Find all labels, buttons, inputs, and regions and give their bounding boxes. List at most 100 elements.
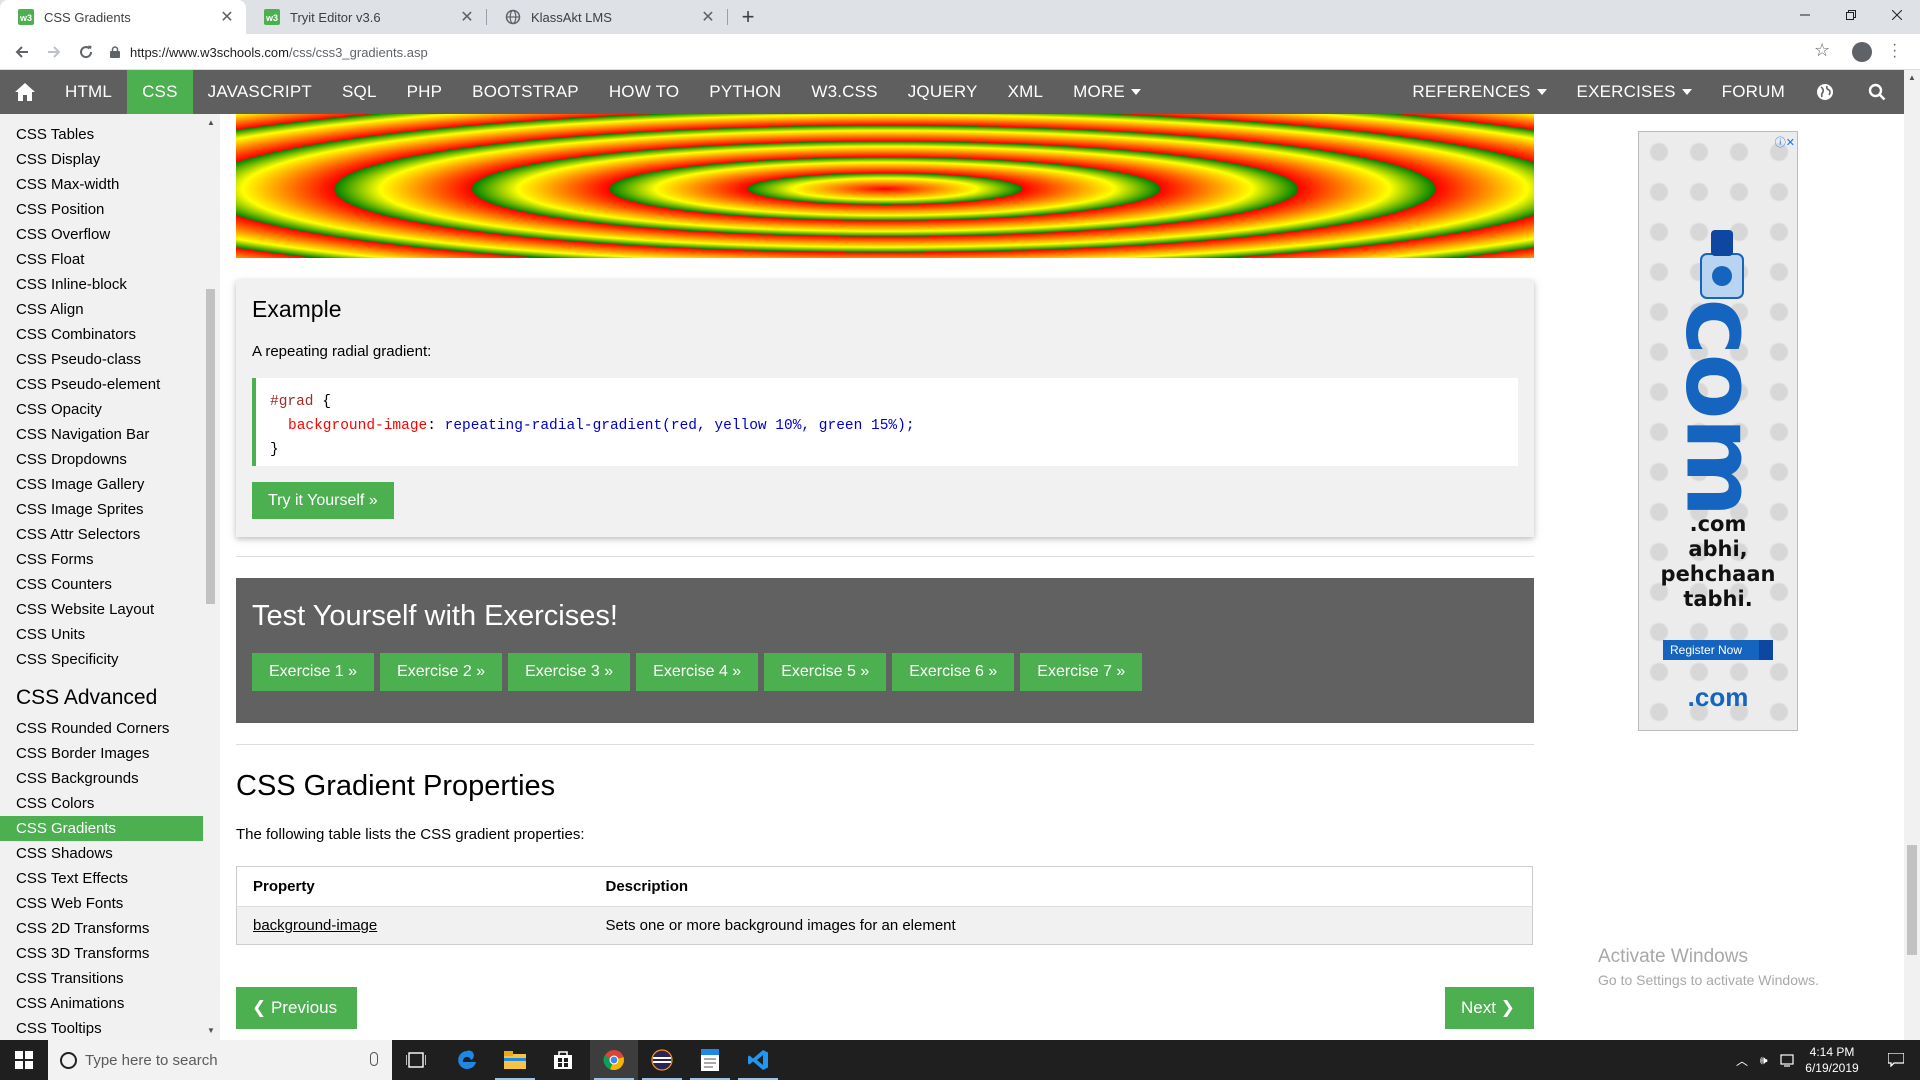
sidebar-item-css-align[interactable]: CSS Align [0, 297, 203, 322]
search-icon[interactable] [1850, 70, 1904, 114]
page-scrollbar-thumb[interactable] [1907, 845, 1917, 955]
sidebar-item-css-2d-transforms[interactable]: CSS 2D Transforms [0, 916, 203, 941]
sidebar-item-css-opacity[interactable]: CSS Opacity [0, 397, 203, 422]
browser-menu-icon[interactable]: · · · [1892, 37, 1897, 65]
sidebar-item-css-dropdowns[interactable]: CSS Dropdowns [0, 447, 203, 472]
home-icon[interactable] [0, 70, 50, 114]
ad-choices-icon[interactable]: ⓘ✕ [1775, 134, 1795, 150]
sidebar-item-css-web-fonts[interactable]: CSS Web Fonts [0, 891, 203, 916]
sidebar-item-css-counters[interactable]: CSS Counters [0, 572, 203, 597]
sidebar-item-css-overflow[interactable]: CSS Overflow [0, 222, 203, 247]
notepad-document-icon[interactable] [686, 1040, 734, 1080]
sidebar-scrollbar[interactable]: ▲ ▼ [203, 114, 218, 1040]
sidebar-item-css-pseudo-class[interactable]: CSS Pseudo-class [0, 347, 203, 372]
store-icon[interactable] [539, 1040, 587, 1080]
sidebar-item-css-tables[interactable]: CSS Tables [0, 122, 203, 147]
sidebar-item-css-position[interactable]: CSS Position [0, 197, 203, 222]
exercise-2-button[interactable]: Exercise 2 » [380, 653, 503, 691]
globe-icon[interactable] [1800, 70, 1850, 114]
sidebar-item-css-specificity[interactable]: CSS Specificity [0, 647, 203, 672]
sidebar-item-css-animations[interactable]: CSS Animations [0, 991, 203, 1016]
sidebar-item-css-navigation-bar[interactable]: CSS Navigation Bar [0, 422, 203, 447]
sidebar-item-css-rounded-corners[interactable]: CSS Rounded Corners [0, 716, 203, 741]
task-view-icon[interactable] [392, 1040, 440, 1080]
sidebar-item-css-combinators[interactable]: CSS Combinators [0, 322, 203, 347]
sidebar-item-css-float[interactable]: CSS Float [0, 247, 203, 272]
exercise-6-button[interactable]: Exercise 6 » [892, 653, 1015, 691]
exercise-4-button[interactable]: Exercise 4 » [636, 653, 759, 691]
sidebar-item-css-backgrounds[interactable]: CSS Backgrounds [0, 766, 203, 791]
sidebar-item-css-inline-block[interactable]: CSS Inline-block [0, 272, 203, 297]
taskbar-clock[interactable]: 4:14 PM 6/19/2019 [1804, 1044, 1860, 1076]
sidebar-item-css-shadows[interactable]: CSS Shadows [0, 841, 203, 866]
previous-button[interactable]: ❮ Previous [236, 987, 357, 1029]
volume-icon[interactable]: 🕪 [1760, 1053, 1768, 1068]
nav-exercises[interactable]: EXERCISES [1562, 70, 1707, 114]
scroll-up-arrow-icon[interactable]: ▲ [207, 118, 215, 127]
browser-tab-tryit-editor[interactable]: w3 Tryit Editor v3.6 ✕ [246, 0, 486, 34]
show-hidden-icons-icon[interactable]: ︿ [1736, 1052, 1748, 1069]
exercise-1-button[interactable]: Exercise 1 » [252, 653, 375, 691]
nav-sql[interactable]: SQL [327, 70, 392, 114]
nav-html[interactable]: HTML [50, 70, 127, 114]
address-bar[interactable]: https://www.w3schools.com/css/css3_gradi… [110, 38, 1823, 66]
sidebar-item-css-colors[interactable]: CSS Colors [0, 791, 203, 816]
sidebar-item-css-image-gallery[interactable]: CSS Image Gallery [0, 472, 203, 497]
action-center-icon[interactable] [1872, 1040, 1920, 1080]
background-image-link[interactable]: background-image [253, 917, 377, 934]
sidebar-item-css-max-width[interactable]: CSS Max-width [0, 172, 203, 197]
windows-start-icon[interactable] [0, 1040, 48, 1080]
sidebar-item-css-image-sprites[interactable]: CSS Image Sprites [0, 497, 203, 522]
taskbar-search-box[interactable]: Type here to search [48, 1040, 392, 1080]
page-scrollbar[interactable]: ▲ [1904, 70, 1920, 1040]
nav-w3css[interactable]: W3.CSS [796, 70, 892, 114]
exercise-3-button[interactable]: Exercise 3 » [508, 653, 631, 691]
sidebar-item-css-attr-selectors[interactable]: CSS Attr Selectors [0, 522, 203, 547]
next-button[interactable]: Next ❯ [1445, 987, 1534, 1029]
sidebar-item-css-units[interactable]: CSS Units [0, 622, 203, 647]
advertisement-banner[interactable]: ⓘ✕ com .com abhi, pehchaan tabhi. Regist… [1638, 131, 1798, 731]
nav-php[interactable]: PHP [392, 70, 458, 114]
sidebar-item-css-pseudo-element[interactable]: CSS Pseudo-element [0, 372, 203, 397]
browser-tab-klassakt-lms[interactable]: KlassAkt LMS ✕ [487, 0, 727, 34]
sidebar-scrollbar-thumb[interactable] [206, 289, 215, 604]
minimize-window-button[interactable] [1782, 0, 1828, 30]
sidebar-item-css-text-effects[interactable]: CSS Text Effects [0, 866, 203, 891]
nav-javascript[interactable]: JAVASCRIPT [193, 70, 327, 114]
bookmark-star-icon[interactable]: ☆ [1814, 40, 1830, 61]
nav-forum[interactable]: FORUM [1707, 70, 1800, 114]
nav-css[interactable]: CSS [127, 70, 193, 114]
sidebar-item-css-gradients[interactable]: CSS Gradients [0, 816, 203, 841]
profile-avatar-icon[interactable] [1852, 42, 1872, 62]
exercise-7-button[interactable]: Exercise 7 » [1020, 653, 1143, 691]
nav-jquery[interactable]: JQUERY [893, 70, 993, 114]
close-tab-icon[interactable]: ✕ [458, 8, 476, 26]
back-arrow-icon[interactable] [8, 38, 36, 66]
new-tab-button[interactable]: + [735, 4, 761, 30]
edge-browser-icon[interactable] [443, 1040, 491, 1080]
network-icon[interactable] [1779, 1053, 1796, 1067]
browser-tab-css-gradients[interactable]: w3 CSS Gradients ✕ [0, 0, 246, 34]
restore-window-button[interactable] [1828, 0, 1874, 30]
reload-icon[interactable] [72, 38, 100, 66]
close-tab-icon[interactable]: ✕ [218, 8, 236, 26]
chrome-icon[interactable] [590, 1040, 638, 1080]
scroll-up-arrow-icon[interactable]: ▲ [1908, 73, 1916, 82]
sidebar-item-css-display[interactable]: CSS Display [0, 147, 203, 172]
scroll-down-arrow-icon[interactable]: ▼ [207, 1026, 215, 1035]
nav-bootstrap[interactable]: BOOTSTRAP [457, 70, 594, 114]
exercise-5-button[interactable]: Exercise 5 » [764, 653, 887, 691]
sidebar-item-css-3d-transforms[interactable]: CSS 3D Transforms [0, 941, 203, 966]
ad-register-button[interactable]: Register Now [1663, 640, 1773, 660]
nav-python[interactable]: PYTHON [694, 70, 796, 114]
vscode-icon[interactable] [734, 1040, 782, 1080]
forward-arrow-icon[interactable] [40, 38, 68, 66]
file-explorer-icon[interactable] [491, 1040, 539, 1080]
nav-more[interactable]: MORE [1058, 70, 1156, 114]
sidebar-item-css-transitions[interactable]: CSS Transitions [0, 966, 203, 991]
sidebar-item-css-border-images[interactable]: CSS Border Images [0, 741, 203, 766]
nav-how-to[interactable]: HOW TO [594, 70, 694, 114]
eclipse-icon[interactable] [638, 1040, 686, 1080]
close-tab-icon[interactable]: ✕ [699, 8, 717, 26]
sidebar-item-css-tooltips[interactable]: CSS Tooltips [0, 1016, 203, 1040]
